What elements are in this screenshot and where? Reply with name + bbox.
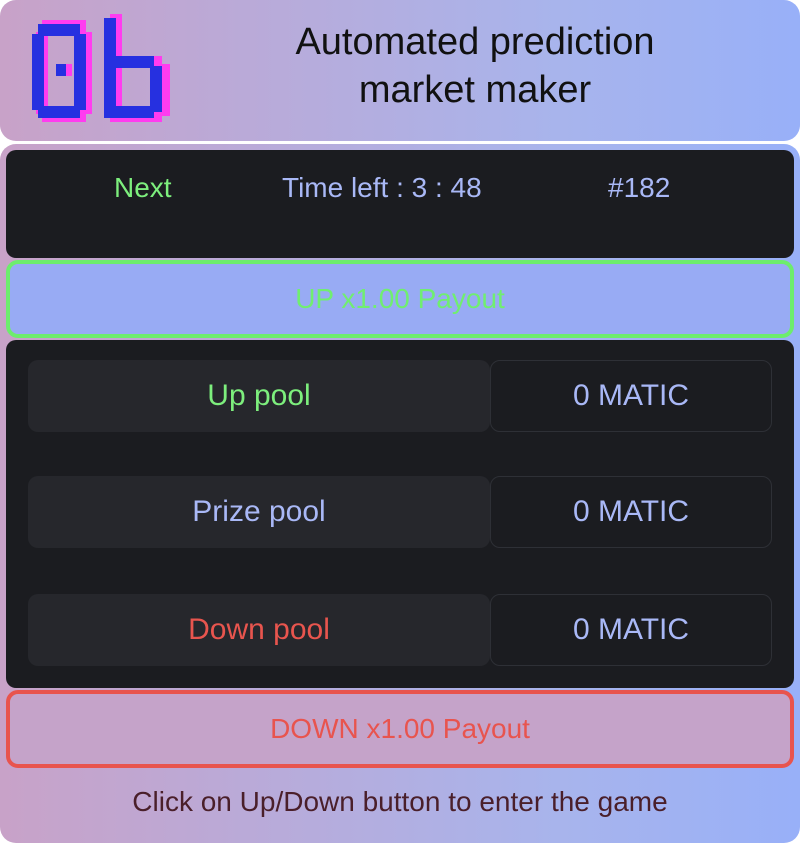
up-pool-value: 0 MATIC — [490, 360, 772, 432]
title-line-1: Automated prediction — [295, 21, 655, 63]
app-header: Automated prediction market maker — [0, 0, 800, 141]
round-info-panel: Next Time left : 3 : 48 #182 — [6, 150, 794, 258]
prize-pool-label: Prize pool — [28, 476, 490, 548]
title-line-2: market maker — [358, 69, 592, 111]
up-payout-button[interactable]: UP x1.00 Payout — [6, 260, 794, 338]
prize-pool-value: 0 MATIC — [490, 476, 772, 548]
down-pool-value: 0 MATIC — [490, 594, 772, 666]
logo-glyph-icon — [32, 14, 170, 122]
down-pool-label: Down pool — [28, 594, 490, 666]
round-number: #182 — [608, 172, 671, 203]
instruction-text: Click on Up/Down button to enter the gam… — [132, 786, 668, 817]
down-payout-button[interactable]: DOWN x1.00 Payout — [6, 690, 794, 768]
up-pool-label: Up pool — [28, 360, 490, 432]
game-card: Next Time left : 3 : 48 #182 UP x1.00 Pa… — [0, 144, 800, 843]
pools-panel: Up pool 0 MATIC Prize pool 0 MATIC Down … — [6, 340, 794, 688]
page-title: Automated prediction market maker — [200, 18, 750, 114]
round-status: Next — [114, 172, 172, 203]
time-left: Time left : 3 : 48 — [282, 172, 482, 203]
logo — [30, 12, 180, 126]
